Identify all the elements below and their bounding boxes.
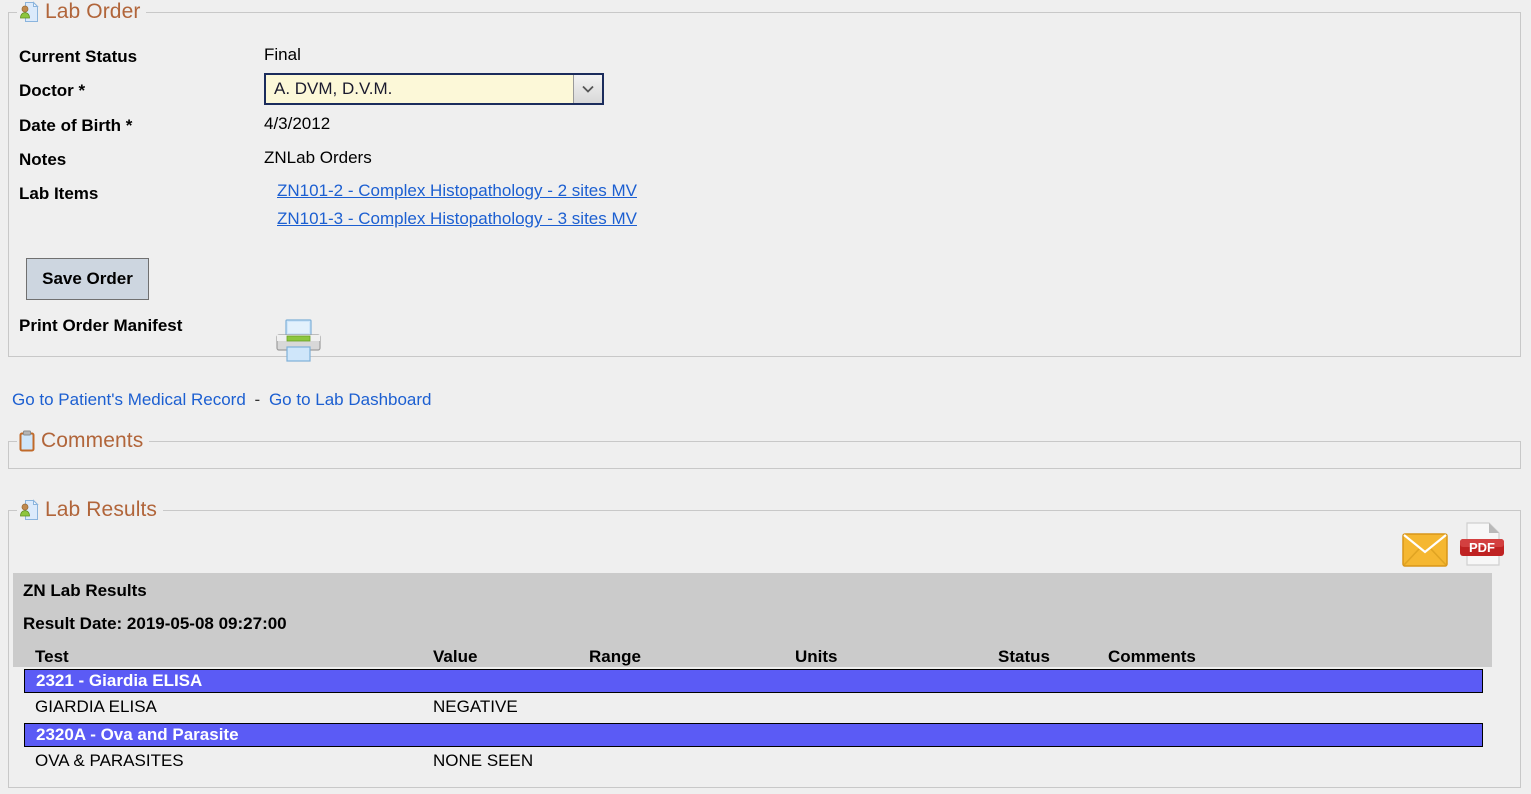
printer-icon[interactable] [275,317,322,363]
cell-value: NONE SEEN [433,751,533,771]
label-date-of-birth: Date of Birth * [19,116,132,136]
test-group-header[interactable]: 2321 - Giardia ELISA [24,669,1483,693]
value-notes: ZNLab Orders [264,148,372,168]
svg-text:PDF: PDF [1469,540,1495,555]
lab-results-table-header: ZN Lab Results Result Date: 2019-05-08 0… [13,573,1492,667]
go-to-medical-record-link[interactable]: Go to Patient's Medical Record [12,390,246,409]
table-row: OVA & PARASITES NONE SEEN [13,747,1492,774]
test-group-header-label: 2320A - Ova and Parasite [25,725,239,745]
label-notes: Notes [19,150,66,170]
lab-results-toolbar: PDF [1402,521,1510,567]
email-icon[interactable] [1402,533,1448,567]
go-to-lab-dashboard-link[interactable]: Go to Lab Dashboard [269,390,432,409]
lab-results-panel: Lab Results PDF ZN Lab Results Result Da… [8,510,1521,788]
lab-results-table-body: 2321 - Giardia ELISA GIARDIA ELISA NEGAT… [13,669,1492,774]
column-header-test: Test [35,647,69,667]
person-document-icon [19,499,39,521]
lab-results-title: ZN Lab Results [23,581,147,601]
column-header-status: Status [998,647,1050,667]
lab-results-legend: Lab Results [17,498,163,522]
cell-value: NEGATIVE [433,697,518,717]
pdf-icon[interactable]: PDF [1458,521,1510,567]
column-header-range: Range [589,647,641,667]
value-date-of-birth: 4/3/2012 [264,114,330,134]
chevron-down-icon[interactable] [573,75,602,103]
lab-order-panel: Lab Order Current Status Final Doctor * … [8,12,1521,357]
comments-panel: Comments [8,441,1521,469]
column-header-value: Value [433,647,477,667]
test-group-header-label: 2321 - Giardia ELISA [25,671,202,691]
column-header-comments: Comments [1108,647,1196,667]
doctor-dropdown[interactable]: A. DVM, D.V.M. [264,73,604,105]
clipboard-icon [19,430,35,452]
save-order-button[interactable]: Save Order [26,258,149,300]
nav-separator: - [255,390,261,409]
label-doctor: Doctor * [19,81,85,101]
label-print-order-manifest: Print Order Manifest [19,316,182,336]
lab-results-legend-label: Lab Results [45,498,157,522]
comments-legend: Comments [17,429,149,453]
nav-links: Go to Patient's Medical Record - Go to L… [12,390,432,410]
lab-results-date: Result Date: 2019-05-08 09:27:00 [23,614,287,634]
cell-test: OVA & PARASITES [35,751,184,771]
label-current-status: Current Status [19,47,137,67]
value-current-status: Final [264,45,301,65]
lab-order-legend-label: Lab Order [45,0,140,24]
lab-item-link-1[interactable]: ZN101-2 - Complex Histopathology - 2 sit… [277,181,637,201]
lab-items-list: ZN101-2 - Complex Histopathology - 2 sit… [277,181,637,229]
lab-results-column-headers: Test Value Range Units Status Comments [13,647,1492,667]
lab-item-link-2[interactable]: ZN101-3 - Complex Histopathology - 3 sit… [277,209,637,229]
cell-test: GIARDIA ELISA [35,697,157,717]
label-lab-items: Lab Items [19,184,98,204]
test-group-header[interactable]: 2320A - Ova and Parasite [24,723,1483,747]
column-header-units: Units [795,647,838,667]
comments-legend-label: Comments [41,429,143,453]
doctor-dropdown-value: A. DVM, D.V.M. [266,79,573,99]
lab-order-legend: Lab Order [17,0,146,24]
person-document-icon [19,1,39,23]
table-row: GIARDIA ELISA NEGATIVE [13,693,1492,720]
lab-results-table: ZN Lab Results Result Date: 2019-05-08 0… [13,573,1493,774]
